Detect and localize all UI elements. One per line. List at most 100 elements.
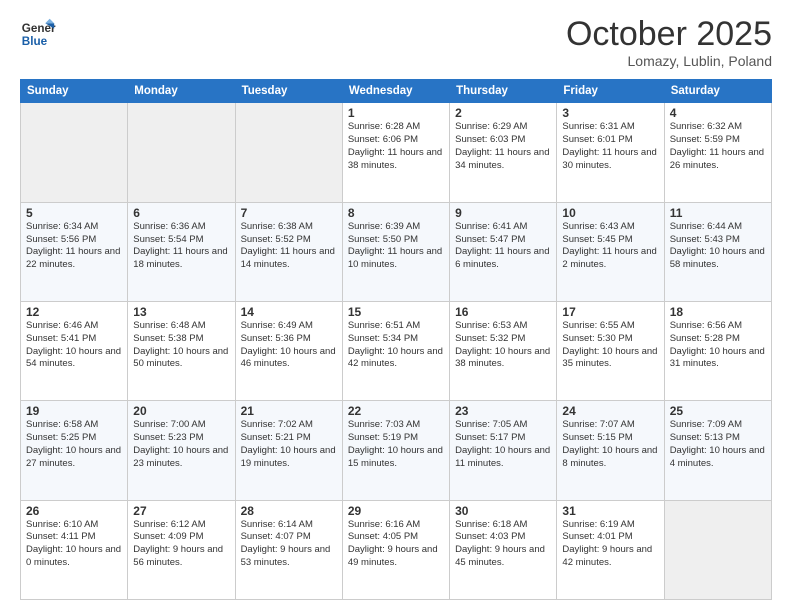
day-number: 27 [133,504,229,518]
day-number: 12 [26,305,122,319]
day-info: Sunrise: 6:49 AM Sunset: 5:36 PM Dayligh… [241,320,337,371]
week-row-5: 26Sunrise: 6:10 AM Sunset: 4:11 PM Dayli… [21,500,772,599]
day-number: 5 [26,206,122,220]
week-row-1: 1Sunrise: 6:28 AM Sunset: 6:06 PM Daylig… [21,103,772,202]
day-info: Sunrise: 6:12 AM Sunset: 4:09 PM Dayligh… [133,519,229,570]
day-info: Sunrise: 6:55 AM Sunset: 5:30 PM Dayligh… [562,320,658,371]
day-info: Sunrise: 7:07 AM Sunset: 5:15 PM Dayligh… [562,419,658,470]
day-info: Sunrise: 6:14 AM Sunset: 4:07 PM Dayligh… [241,519,337,570]
day-number: 22 [348,404,444,418]
day-info: Sunrise: 6:18 AM Sunset: 4:03 PM Dayligh… [455,519,551,570]
header-saturday: Saturday [664,80,771,103]
cell-w3-d5: 17Sunrise: 6:55 AM Sunset: 5:30 PM Dayli… [557,302,664,401]
cell-w4-d4: 23Sunrise: 7:05 AM Sunset: 5:17 PM Dayli… [450,401,557,500]
cell-w3-d3: 15Sunrise: 6:51 AM Sunset: 5:34 PM Dayli… [342,302,449,401]
day-number: 24 [562,404,658,418]
cell-w1-d2 [235,103,342,202]
cell-w3-d1: 13Sunrise: 6:48 AM Sunset: 5:38 PM Dayli… [128,302,235,401]
cell-w5-d0: 26Sunrise: 6:10 AM Sunset: 4:11 PM Dayli… [21,500,128,599]
day-number: 15 [348,305,444,319]
day-number: 18 [670,305,766,319]
weekday-header-row: Sunday Monday Tuesday Wednesday Thursday… [21,80,772,103]
day-info: Sunrise: 7:09 AM Sunset: 5:13 PM Dayligh… [670,419,766,470]
day-info: Sunrise: 6:58 AM Sunset: 5:25 PM Dayligh… [26,419,122,470]
svg-text:Blue: Blue [22,35,48,48]
calendar-table: Sunday Monday Tuesday Wednesday Thursday… [20,79,772,600]
cell-w3-d2: 14Sunrise: 6:49 AM Sunset: 5:36 PM Dayli… [235,302,342,401]
cell-w4-d3: 22Sunrise: 7:03 AM Sunset: 5:19 PM Dayli… [342,401,449,500]
header-thursday: Thursday [450,80,557,103]
day-number: 31 [562,504,658,518]
cell-w5-d3: 29Sunrise: 6:16 AM Sunset: 4:05 PM Dayli… [342,500,449,599]
day-info: Sunrise: 6:31 AM Sunset: 6:01 PM Dayligh… [562,121,658,172]
header-monday: Monday [128,80,235,103]
day-info: Sunrise: 6:19 AM Sunset: 4:01 PM Dayligh… [562,519,658,570]
cell-w5-d1: 27Sunrise: 6:12 AM Sunset: 4:09 PM Dayli… [128,500,235,599]
cell-w2-d2: 7Sunrise: 6:38 AM Sunset: 5:52 PM Daylig… [235,202,342,301]
cell-w1-d3: 1Sunrise: 6:28 AM Sunset: 6:06 PM Daylig… [342,103,449,202]
day-number: 11 [670,206,766,220]
day-number: 2 [455,106,551,120]
header-wednesday: Wednesday [342,80,449,103]
day-number: 26 [26,504,122,518]
day-number: 28 [241,504,337,518]
day-info: Sunrise: 6:28 AM Sunset: 6:06 PM Dayligh… [348,121,444,172]
cell-w3-d0: 12Sunrise: 6:46 AM Sunset: 5:41 PM Dayli… [21,302,128,401]
cell-w1-d6: 4Sunrise: 6:32 AM Sunset: 5:59 PM Daylig… [664,103,771,202]
day-info: Sunrise: 6:36 AM Sunset: 5:54 PM Dayligh… [133,221,229,272]
day-info: Sunrise: 6:16 AM Sunset: 4:05 PM Dayligh… [348,519,444,570]
day-number: 30 [455,504,551,518]
day-info: Sunrise: 6:41 AM Sunset: 5:47 PM Dayligh… [455,221,551,272]
day-info: Sunrise: 6:48 AM Sunset: 5:38 PM Dayligh… [133,320,229,371]
day-number: 3 [562,106,658,120]
day-number: 4 [670,106,766,120]
day-info: Sunrise: 6:32 AM Sunset: 5:59 PM Dayligh… [670,121,766,172]
day-number: 9 [455,206,551,220]
week-row-4: 19Sunrise: 6:58 AM Sunset: 5:25 PM Dayli… [21,401,772,500]
cell-w4-d1: 20Sunrise: 7:00 AM Sunset: 5:23 PM Dayli… [128,401,235,500]
cell-w2-d1: 6Sunrise: 6:36 AM Sunset: 5:54 PM Daylig… [128,202,235,301]
day-info: Sunrise: 6:44 AM Sunset: 5:43 PM Dayligh… [670,221,766,272]
cell-w2-d4: 9Sunrise: 6:41 AM Sunset: 5:47 PM Daylig… [450,202,557,301]
header: General Blue October 2025 Lomazy, Lublin… [20,16,772,69]
header-friday: Friday [557,80,664,103]
header-sunday: Sunday [21,80,128,103]
cell-w2-d3: 8Sunrise: 6:39 AM Sunset: 5:50 PM Daylig… [342,202,449,301]
day-number: 10 [562,206,658,220]
day-info: Sunrise: 6:34 AM Sunset: 5:56 PM Dayligh… [26,221,122,272]
day-number: 17 [562,305,658,319]
day-number: 20 [133,404,229,418]
day-number: 13 [133,305,229,319]
day-info: Sunrise: 6:53 AM Sunset: 5:32 PM Dayligh… [455,320,551,371]
day-number: 23 [455,404,551,418]
day-info: Sunrise: 7:02 AM Sunset: 5:21 PM Dayligh… [241,419,337,470]
cell-w4-d5: 24Sunrise: 7:07 AM Sunset: 5:15 PM Dayli… [557,401,664,500]
week-row-2: 5Sunrise: 6:34 AM Sunset: 5:56 PM Daylig… [21,202,772,301]
cell-w5-d4: 30Sunrise: 6:18 AM Sunset: 4:03 PM Dayli… [450,500,557,599]
day-number: 19 [26,404,122,418]
day-info: Sunrise: 6:56 AM Sunset: 5:28 PM Dayligh… [670,320,766,371]
day-info: Sunrise: 6:46 AM Sunset: 5:41 PM Dayligh… [26,320,122,371]
day-info: Sunrise: 6:29 AM Sunset: 6:03 PM Dayligh… [455,121,551,172]
cell-w1-d4: 2Sunrise: 6:29 AM Sunset: 6:03 PM Daylig… [450,103,557,202]
cell-w4-d2: 21Sunrise: 7:02 AM Sunset: 5:21 PM Dayli… [235,401,342,500]
week-row-3: 12Sunrise: 6:46 AM Sunset: 5:41 PM Dayli… [21,302,772,401]
cell-w2-d6: 11Sunrise: 6:44 AM Sunset: 5:43 PM Dayli… [664,202,771,301]
location: Lomazy, Lublin, Poland [566,53,772,69]
cell-w5-d2: 28Sunrise: 6:14 AM Sunset: 4:07 PM Dayli… [235,500,342,599]
cell-w5-d5: 31Sunrise: 6:19 AM Sunset: 4:01 PM Dayli… [557,500,664,599]
day-number: 1 [348,106,444,120]
day-number: 7 [241,206,337,220]
day-info: Sunrise: 6:10 AM Sunset: 4:11 PM Dayligh… [26,519,122,570]
day-info: Sunrise: 6:51 AM Sunset: 5:34 PM Dayligh… [348,320,444,371]
day-info: Sunrise: 7:05 AM Sunset: 5:17 PM Dayligh… [455,419,551,470]
day-number: 25 [670,404,766,418]
cell-w4-d0: 19Sunrise: 6:58 AM Sunset: 5:25 PM Dayli… [21,401,128,500]
day-info: Sunrise: 6:43 AM Sunset: 5:45 PM Dayligh… [562,221,658,272]
month-title: October 2025 [566,16,772,53]
day-info: Sunrise: 6:39 AM Sunset: 5:50 PM Dayligh… [348,221,444,272]
page: General Blue October 2025 Lomazy, Lublin… [0,0,792,612]
header-tuesday: Tuesday [235,80,342,103]
day-number: 16 [455,305,551,319]
day-info: Sunrise: 6:38 AM Sunset: 5:52 PM Dayligh… [241,221,337,272]
